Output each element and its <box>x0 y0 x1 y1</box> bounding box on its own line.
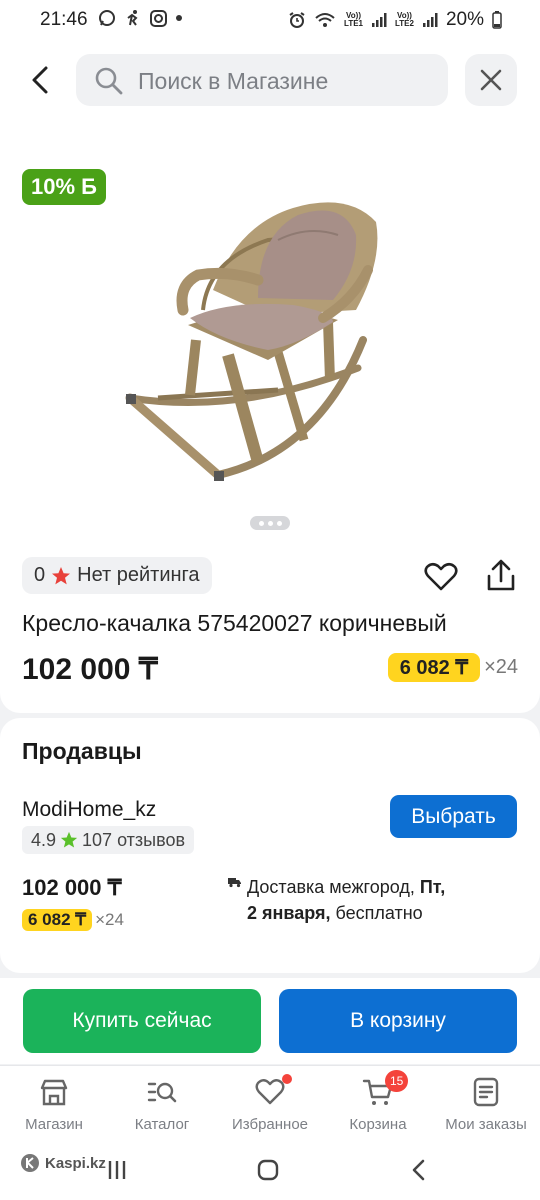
sim1-indicator: Vo)) LTE1 <box>344 11 363 28</box>
action-bar: Купить сейчас В корзину <box>0 978 540 1064</box>
search-header: Поиск в Магазине <box>0 40 540 125</box>
alarm-icon <box>289 12 305 28</box>
system-navigation-bar: Kaspi.kz <box>0 1141 540 1200</box>
carousel-dot <box>258 520 264 526</box>
delivery-truck-icon <box>228 878 241 888</box>
seller-reviews: 107 отзывов <box>82 830 186 850</box>
favorite-heart-icon[interactable] <box>424 562 458 592</box>
choose-seller-button[interactable]: Выбрать <box>390 795 517 838</box>
installment-amount: 6 082 ₸ <box>22 909 93 931</box>
close-search-button[interactable] <box>465 54 517 106</box>
rating-count: 0 <box>34 564 46 586</box>
recent-apps-icon[interactable] <box>106 1159 128 1181</box>
home-icon[interactable] <box>257 1159 279 1181</box>
kaspi-logo-icon <box>21 1154 39 1172</box>
delivery-info: Доставка межгород, Пт, 2 января, бесплат… <box>247 874 517 926</box>
tab-label: Корзина <box>349 1116 407 1133</box>
image-carousel-indicator[interactable] <box>250 516 290 530</box>
add-to-cart-button[interactable]: В корзину <box>279 989 517 1053</box>
whatsapp-icon <box>99 10 115 26</box>
delivery-date: 2 января, <box>247 903 331 923</box>
delivery-day: Пт, <box>419 877 446 897</box>
seller-name[interactable]: ModiHome_kz <box>22 798 156 822</box>
battery-icon <box>492 11 502 29</box>
sellers-heading: Продавцы <box>22 738 142 764</box>
tab-cart[interactable]: 15 Корзина <box>324 1066 432 1142</box>
share-icon[interactable] <box>485 559 517 593</box>
tab-catalog[interactable]: Каталог <box>108 1066 216 1142</box>
status-notification-icons <box>98 9 183 27</box>
tab-my-orders[interactable]: Мои заказы <box>432 1066 540 1142</box>
tab-label: Мои заказы <box>445 1116 527 1133</box>
battery-percent: 20% <box>445 9 484 30</box>
bottom-tab-bar: Магазин Каталог Избранное 15 Корзина Мои… <box>0 1065 540 1141</box>
installment-amount: 6 082 ₸ <box>387 653 481 682</box>
buy-now-button[interactable]: Купить сейчас <box>23 989 261 1053</box>
seller-installment: 6 082 ₸ ×24 <box>22 909 124 931</box>
system-back-icon[interactable] <box>410 1159 428 1181</box>
catalog-icon <box>147 1082 177 1103</box>
tab-label: Каталог <box>134 1116 190 1133</box>
sim2-indicator: Vo)) LTE2 <box>395 11 414 28</box>
close-icon <box>480 69 502 91</box>
installment-months: ×24 <box>484 656 518 678</box>
installment-info: 6 082 ₸ ×24 <box>387 653 518 682</box>
star-icon <box>52 566 71 584</box>
sellers-section: Продавцы ModiHome_kz 4.9 107 отзывов Выб… <box>0 718 540 973</box>
delivery-prefix: Доставка межгород, <box>247 877 420 897</box>
search-input[interactable]: Поиск в Магазине <box>76 54 448 106</box>
carousel-dot <box>276 520 282 526</box>
search-placeholder: Поиск в Магазине <box>138 68 329 94</box>
watermark-text: Kaspi.kz <box>45 1154 106 1172</box>
product-price: 102 000 ₸ <box>22 653 158 686</box>
instagram-icon <box>150 9 167 27</box>
kaspi-watermark: Kaspi.kz <box>20 1153 106 1173</box>
status-time: 21:46 <box>40 9 88 30</box>
heart-icon <box>255 1079 285 1105</box>
seller-price: 102 000 ₸ <box>22 875 122 900</box>
tab-label: Магазин <box>25 1116 83 1133</box>
wifi-icon <box>315 13 335 27</box>
seller-rating[interactable]: 4.9 107 отзывов <box>22 826 195 854</box>
status-bar: 21:46 Vo)) LTE1 Vo)) LTE2 20% <box>0 0 540 40</box>
rating-text: Нет рейтинга <box>77 564 200 586</box>
status-system-icons: Vo)) LTE1 Vo)) LTE2 20% <box>288 9 502 31</box>
cart-count-badge: 15 <box>385 1070 409 1092</box>
seller-rating-value: 4.9 <box>31 830 57 850</box>
product-card: 10% Б 0 Нет рейтинга Кресло-качалка 5754… <box>0 125 540 713</box>
shop-icon <box>40 1079 68 1106</box>
installment-months: ×24 <box>95 910 124 929</box>
tab-label: Избранное <box>231 1116 309 1133</box>
product-title: Кресло-качалка 575420027 коричневый <box>22 610 447 636</box>
signal-icon <box>422 13 438 27</box>
signal-icon <box>372 13 387 27</box>
carousel-dot <box>267 520 273 526</box>
rocking-chair-illustration <box>125 202 378 481</box>
star-icon <box>60 831 78 848</box>
back-arrow-icon[interactable] <box>26 60 56 100</box>
product-rating[interactable]: 0 Нет рейтинга <box>22 557 212 594</box>
product-image[interactable] <box>118 140 423 548</box>
running-person-icon <box>127 10 138 26</box>
search-icon <box>95 67 123 95</box>
more-notifications-dot-icon <box>176 15 182 21</box>
tab-favorites[interactable]: Избранное <box>216 1066 324 1142</box>
discount-badge: 10% Б <box>22 169 106 205</box>
delivery-suffix: бесплатно <box>330 903 423 923</box>
tab-shop[interactable]: Магазин <box>0 1066 108 1142</box>
favorites-notification-dot <box>282 1074 292 1084</box>
orders-icon <box>473 1077 499 1107</box>
